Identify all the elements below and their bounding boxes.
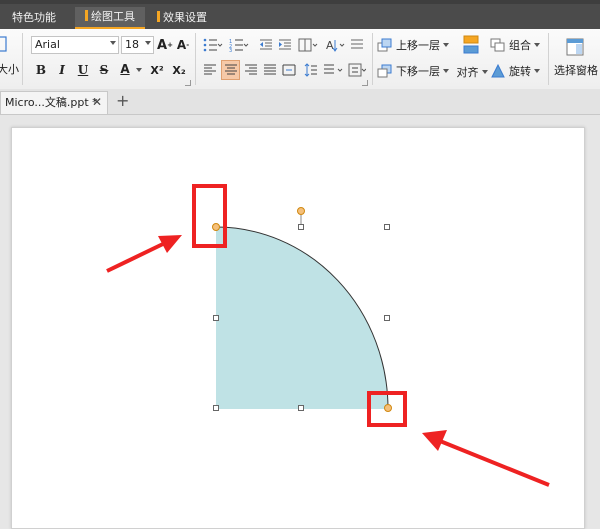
- resize-handle-bottom-left[interactable]: [213, 405, 219, 411]
- adjust-handle-end[interactable]: [384, 404, 392, 412]
- adjust-handle-start[interactable]: [212, 223, 220, 231]
- pie-shape[interactable]: [216, 227, 388, 409]
- rotation-handle[interactable]: [297, 207, 305, 215]
- arrow-icon: [422, 430, 550, 487]
- resize-handle-left[interactable]: [213, 315, 219, 321]
- arrow-icon: [106, 235, 182, 273]
- resize-handle-top[interactable]: [298, 224, 304, 230]
- resize-handle-right[interactable]: [384, 315, 390, 321]
- resize-handle-bottom[interactable]: [298, 405, 304, 411]
- drawing-overlay: [106, 184, 550, 487]
- resize-handle-top-right[interactable]: [384, 224, 390, 230]
